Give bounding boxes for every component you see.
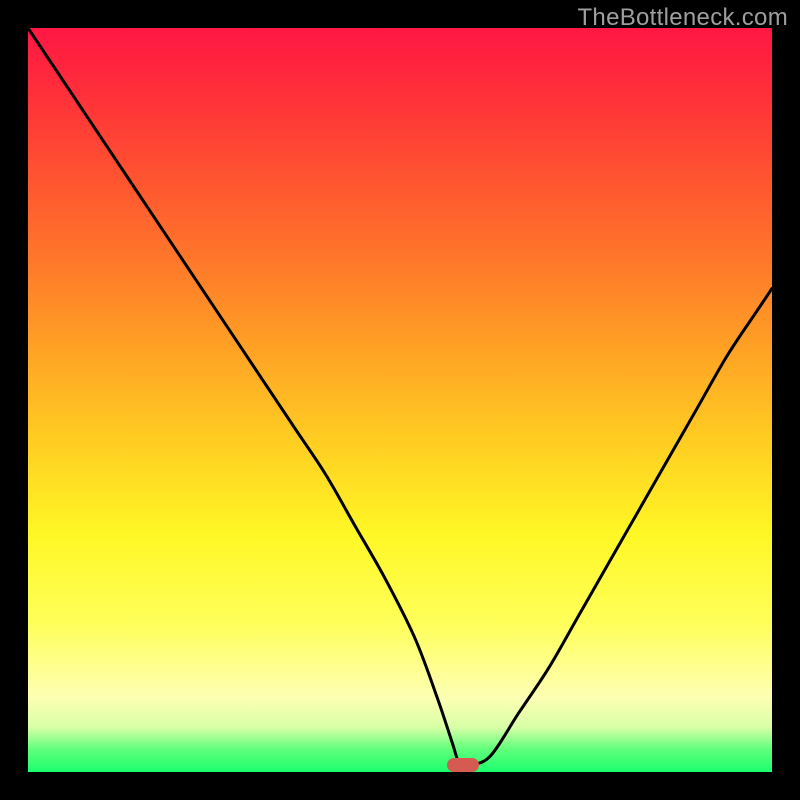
- bottleneck-curve: [28, 28, 772, 772]
- chart-frame: { "watermark": "TheBottleneck.com", "mar…: [0, 0, 800, 800]
- plot-area: [28, 28, 772, 772]
- optimal-marker: [447, 758, 479, 772]
